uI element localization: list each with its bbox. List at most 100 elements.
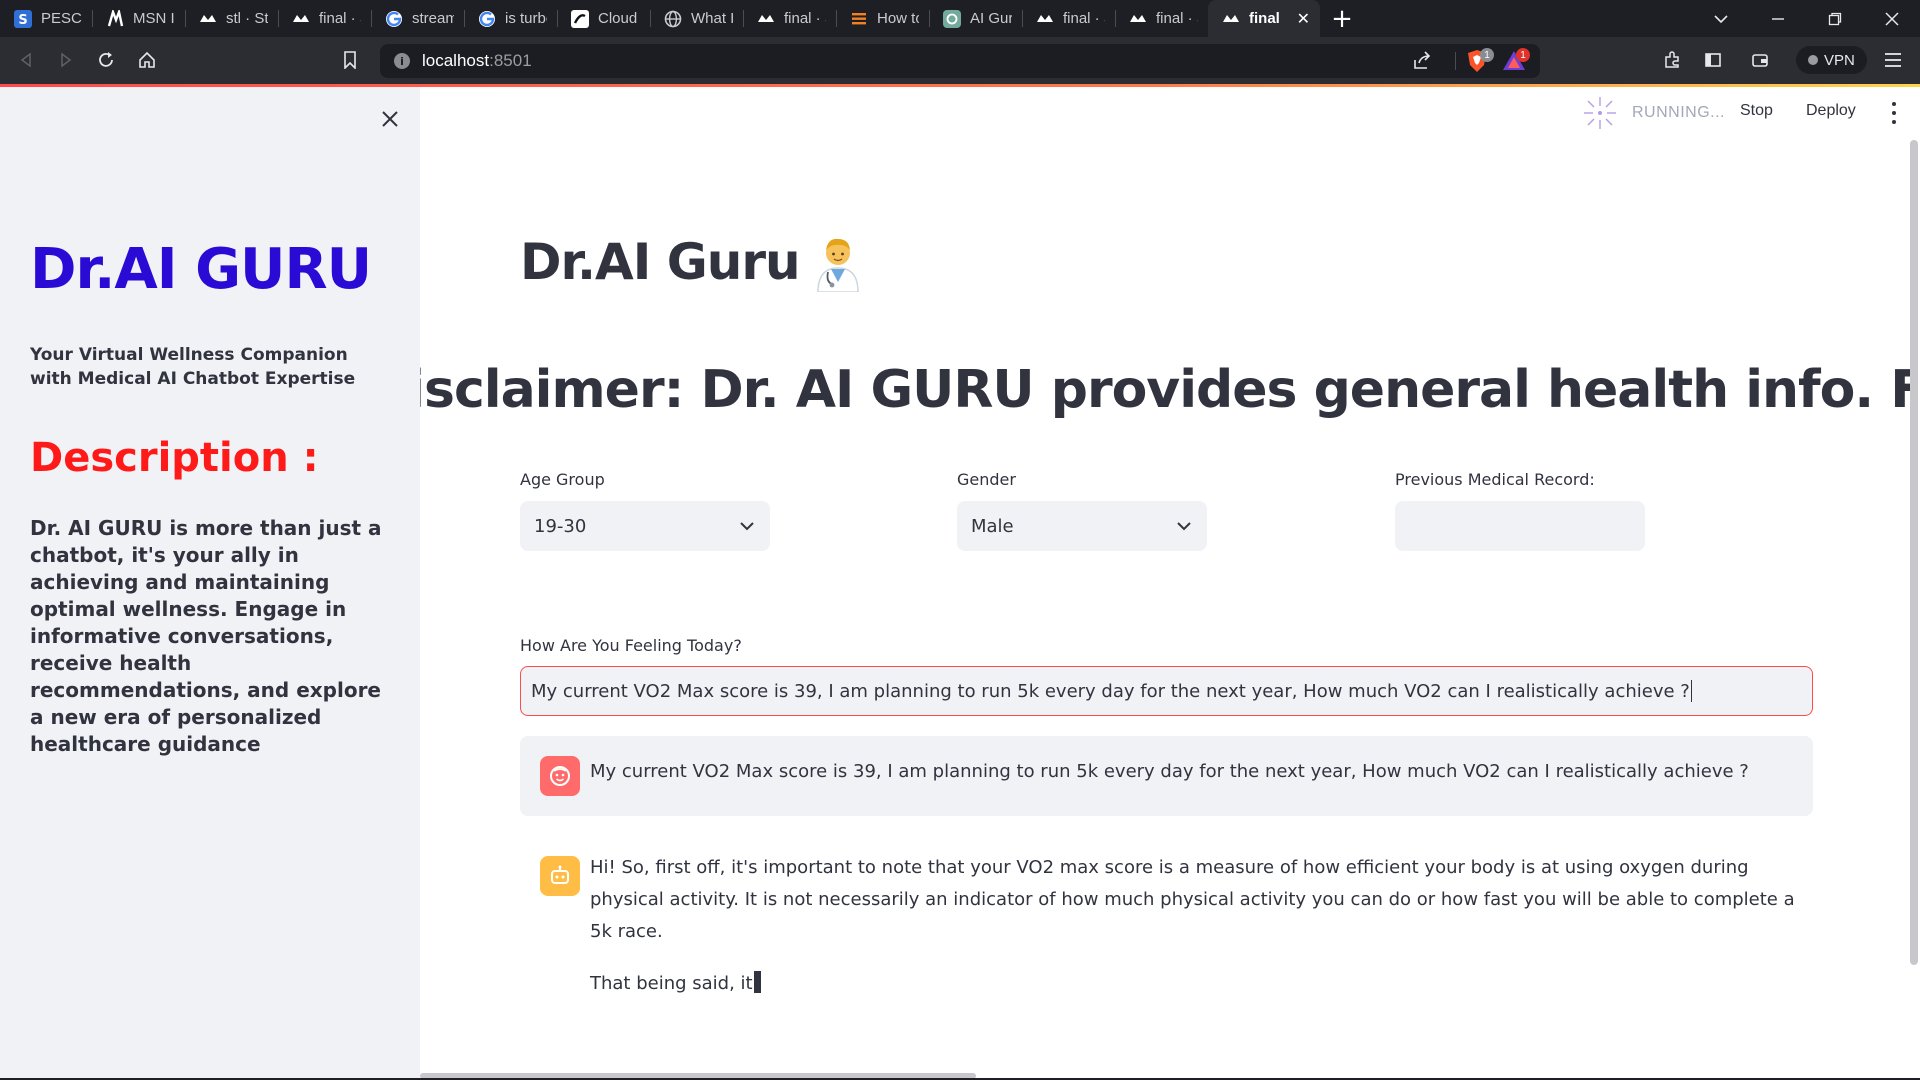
close-sidebar-button[interactable] xyxy=(374,103,406,135)
browser-tab[interactable]: stl · Stream xyxy=(185,0,278,37)
vpn-status-icon xyxy=(1808,55,1818,65)
sidebar-title: Dr.AI GURU xyxy=(30,237,372,302)
browser-tab[interactable]: stream lit xyxy=(371,0,464,37)
running-indicator: RUNNING... xyxy=(1580,93,1725,133)
browser-tab-bar: S PESCE Cap MSN India stl · Stream final… xyxy=(0,0,1920,37)
extensions-icon[interactable] xyxy=(1652,40,1692,80)
url-divider xyxy=(1455,52,1456,70)
browser-tab[interactable]: final · Stre xyxy=(743,0,836,37)
user-message: My current VO2 Max score is 39, I am pla… xyxy=(520,736,1813,816)
sidebar-subtitle: Your Virtual Wellness Companion with Med… xyxy=(30,345,356,389)
reload-icon[interactable] xyxy=(86,40,126,80)
assistant-message-text: Hi! So, first off, it's important to not… xyxy=(590,852,1810,1000)
browser-tab[interactable]: is turbo fa xyxy=(464,0,557,37)
browser-tab[interactable]: final · Stre xyxy=(278,0,371,37)
feeling-input-value: My current VO2 Max score is 39, I am pla… xyxy=(531,680,1690,702)
browser-tab[interactable]: final · Stre xyxy=(1115,0,1208,37)
stackoverflow-icon xyxy=(850,10,868,28)
browser-tab[interactable]: final · Stre xyxy=(1022,0,1115,37)
close-tab-icon[interactable]: ✕ xyxy=(1289,9,1310,29)
window-controls xyxy=(1692,0,1920,37)
assistant-message: Hi! So, first off, it's important to not… xyxy=(520,840,1813,994)
doctor-emoji-icon xyxy=(816,238,859,292)
vpn-button[interactable]: VPN xyxy=(1796,46,1867,74)
brave-shields-icon[interactable]: 1 xyxy=(1466,48,1496,74)
gender-label: Gender xyxy=(957,470,1016,489)
description-heading: Description : xyxy=(30,435,319,481)
stop-button[interactable]: Stop xyxy=(1740,102,1773,120)
browser-tab[interactable]: MSN India xyxy=(92,0,185,37)
age-group-value: 19-30 xyxy=(534,515,587,537)
chevron-down-icon xyxy=(1175,517,1193,535)
restore-icon[interactable] xyxy=(1806,0,1863,37)
home-icon[interactable] xyxy=(127,40,167,80)
streamlit-icon xyxy=(292,10,310,28)
description-text: Dr. AI GURU is more than just a chatbot,… xyxy=(30,516,382,756)
globe-icon xyxy=(664,10,682,28)
assistant-avatar-icon xyxy=(540,856,580,896)
forward-icon[interactable] xyxy=(46,40,86,80)
chatgpt-icon xyxy=(943,9,961,28)
share-icon[interactable] xyxy=(1412,51,1432,75)
assistant-paragraph-streaming: That being said, it xyxy=(590,968,1810,1000)
site-info-icon[interactable]: i xyxy=(394,53,410,69)
streamlit-icon xyxy=(1036,10,1054,28)
running-status: RUNNING... xyxy=(1632,104,1725,121)
browser-tab[interactable]: S PESCE Cap xyxy=(0,0,92,37)
age-group-select[interactable]: 19-30 xyxy=(520,501,770,551)
address-bar[interactable]: i localhost:8501 1 1 xyxy=(380,44,1540,78)
browser-tab[interactable]: How to tra xyxy=(836,0,929,37)
cloud-app-icon xyxy=(571,9,589,28)
user-message-text: My current VO2 Max score is 39, I am pla… xyxy=(590,761,1749,782)
browser-tab[interactable]: What Is M xyxy=(650,0,743,37)
streamlit-icon xyxy=(199,10,217,28)
wallet-icon[interactable] xyxy=(1740,40,1780,80)
menu-icon[interactable] xyxy=(1873,40,1913,80)
browser-tab-active[interactable]: final · ✕ xyxy=(1208,0,1320,37)
medical-record-input[interactable] xyxy=(1395,501,1645,551)
svg-text:S: S xyxy=(18,13,27,28)
age-group-label: Age Group xyxy=(520,470,605,489)
browser-tab[interactable]: AI Guru Tr xyxy=(929,0,1022,37)
feeling-input[interactable]: My current VO2 Max score is 39, I am pla… xyxy=(520,666,1813,716)
feeling-label: How Are You Feeling Today? xyxy=(520,636,742,655)
brave-rewards-icon[interactable]: 1 xyxy=(1502,48,1532,74)
new-tab-button[interactable]: + xyxy=(1320,0,1364,37)
tab-strip: S PESCE Cap MSN India stl · Stream final… xyxy=(0,0,1692,37)
streamlit-icon xyxy=(1129,10,1147,28)
tab-search-icon[interactable] xyxy=(1692,0,1749,37)
gender-select[interactable]: Male xyxy=(957,501,1207,551)
minimize-icon[interactable] xyxy=(1749,0,1806,37)
google-icon xyxy=(478,10,496,28)
close-icon xyxy=(382,111,398,127)
google-icon xyxy=(385,10,403,28)
msn-icon xyxy=(106,9,124,28)
disclaimer-text: Disclaimer: Dr. AI GURU provides general… xyxy=(420,360,1910,420)
app-header: RUNNING... Stop Deploy xyxy=(420,87,1920,141)
close-window-icon[interactable] xyxy=(1863,0,1920,37)
sidebar: Dr.AI GURU Your Virtual Wellness Compani… xyxy=(0,87,420,1080)
streamlit-icon xyxy=(1222,10,1240,28)
user-avatar-icon xyxy=(540,756,580,796)
rewards-badge: 1 xyxy=(1516,48,1530,62)
gender-value: Male xyxy=(971,515,1014,537)
chevron-down-icon xyxy=(738,517,756,535)
back-icon[interactable] xyxy=(6,40,46,80)
text-caret xyxy=(1690,680,1692,702)
medical-record-label: Previous Medical Record: xyxy=(1395,470,1595,489)
s-logo-icon: S xyxy=(14,9,32,28)
url-text: localhost:8501 xyxy=(422,51,532,70)
streaming-cursor xyxy=(753,971,761,993)
vpn-label: VPN xyxy=(1824,51,1855,69)
vertical-scrollbar[interactable] xyxy=(1910,140,1918,965)
deploy-button[interactable]: Deploy xyxy=(1806,102,1856,120)
disclaimer-banner: Disclaimer: Dr. AI GURU provides general… xyxy=(420,360,1910,430)
shields-badge: 1 xyxy=(1480,48,1494,62)
browser-tab[interactable]: Cloud App xyxy=(557,0,650,37)
running-animation-icon xyxy=(1584,97,1616,129)
assistant-paragraph: Hi! So, first off, it's important to not… xyxy=(590,857,1795,942)
bookmark-icon[interactable] xyxy=(330,40,370,80)
page-title: Dr.AI Guru xyxy=(520,232,862,292)
sidebar-toggle-icon[interactable] xyxy=(1693,40,1733,80)
main-menu-icon[interactable] xyxy=(1886,99,1902,127)
